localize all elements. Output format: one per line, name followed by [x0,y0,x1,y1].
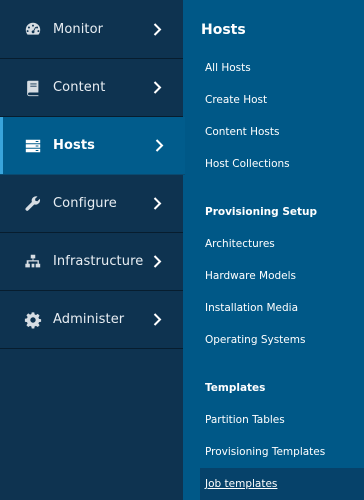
dashboard-icon [23,19,43,39]
hosts-links: All Hosts Create Host Content Hosts Host… [183,52,364,180]
templates-links: Partition Tables Provisioning Templates … [183,404,364,500]
chevron-right-icon [153,255,163,269]
chevron-right-icon [153,313,163,327]
nav-item-hosts[interactable]: Hosts [0,117,185,175]
chevron-right-icon [153,197,163,211]
provisioning-setup-heading: Provisioning Setup [205,206,318,218]
submenu-link-provisioning-templates[interactable]: Provisioning Templates [183,436,364,468]
submenu-link-installation-media[interactable]: Installation Media [183,292,364,324]
primary-nav: Monitor Content Hosts Configure Infrastr… [0,0,185,500]
nav-label: Configure [53,196,117,211]
nav-item-administer[interactable]: Administer [0,291,183,349]
nav-item-content[interactable]: Content [0,59,183,117]
provisioning-links: Architectures Hardware Models Installati… [183,228,364,356]
chevron-right-icon [153,22,163,36]
nav-item-monitor[interactable]: Monitor [0,0,183,59]
submenu-link-content-hosts[interactable]: Content Hosts [183,116,364,148]
templates-heading: Templates [205,382,266,394]
nav-label: Administer [53,312,125,327]
nav-label: Content [53,80,106,95]
book-icon [23,78,43,98]
nav-item-infrastructure[interactable]: Infrastructure [0,233,183,291]
server-icon [23,136,43,156]
nav-item-configure[interactable]: Configure [0,175,183,233]
submenu-link-partition-tables[interactable]: Partition Tables [183,404,364,436]
nav-label: Hosts [53,138,96,153]
submenu-link-job-templates[interactable]: Job templates [200,468,364,500]
nav-label: Monitor [53,21,104,37]
submenu-link-create-host[interactable]: Create Host [183,84,364,116]
submenu-title: Hosts [201,22,246,38]
submenu-link-hardware-models[interactable]: Hardware Models [183,260,364,292]
wrench-icon [23,194,43,214]
submenu-link-operating-systems[interactable]: Operating Systems [183,324,364,356]
hosts-submenu: Hosts All Hosts Create Host Content Host… [183,0,364,500]
gear-icon [23,310,43,330]
chevron-right-icon [153,81,163,95]
chevron-right-icon [155,139,165,153]
submenu-link-all-hosts[interactable]: All Hosts [183,52,364,84]
sitemap-icon [23,252,43,272]
app-root: Monitor Content Hosts Configure Infrastr… [0,0,364,500]
nav-label: Infrastructure [53,254,144,269]
submenu-link-architectures[interactable]: Architectures [183,228,364,260]
submenu-link-host-collections[interactable]: Host Collections [183,148,364,180]
